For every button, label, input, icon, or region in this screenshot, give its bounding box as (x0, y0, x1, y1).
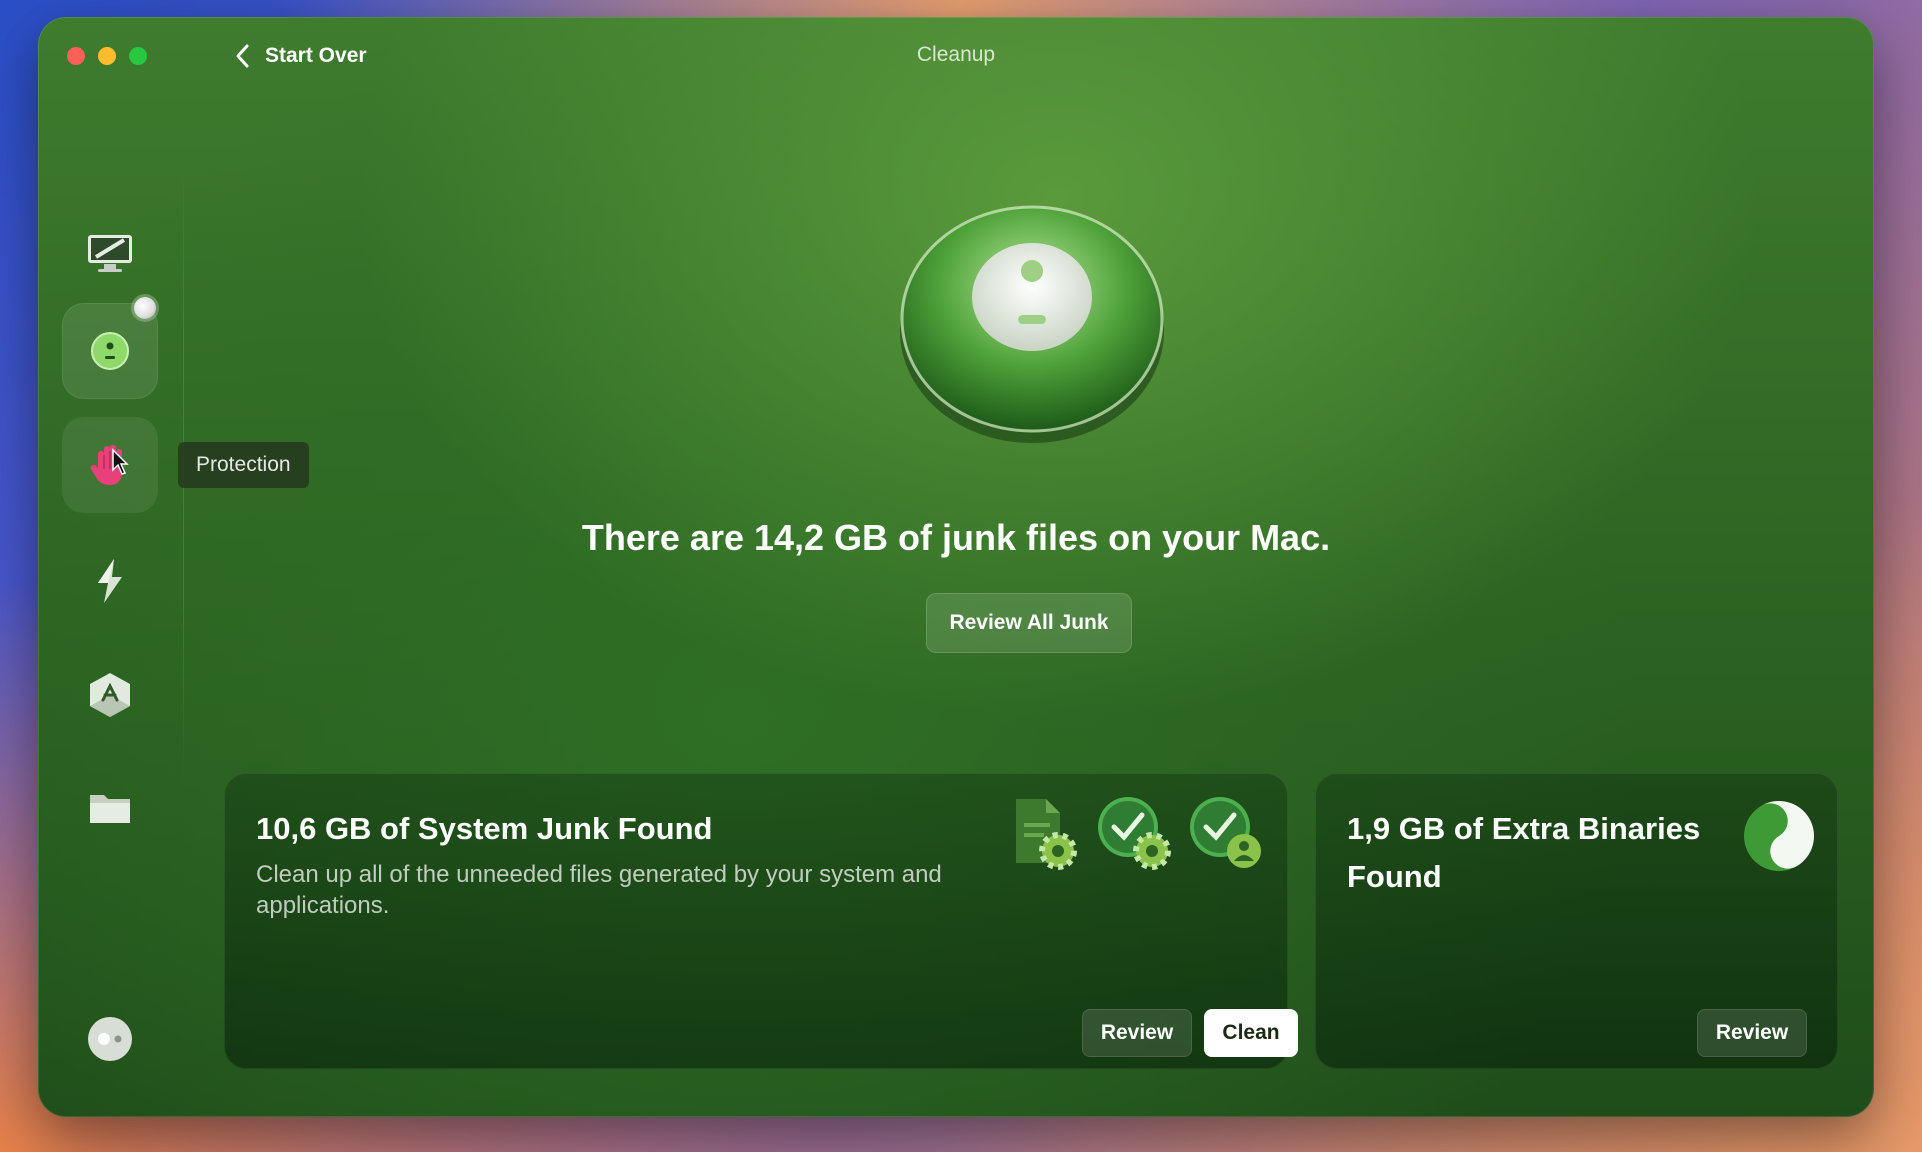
document-gear-icon (1016, 799, 1077, 870)
app-window: Start Over Cleanup Protection There are … (38, 17, 1874, 1117)
extra-binaries-title: 1,9 GB of Extra Binaries Found (1347, 811, 1701, 894)
system-junk-description: Clean up all of the unneeded files gener… (256, 861, 942, 919)
sidebar-item-my-clutter[interactable] (62, 759, 158, 855)
tooltip-protection: Protection (178, 442, 309, 488)
sidebar-item-protection[interactable] (62, 417, 158, 513)
cleanup-hero-icon (900, 205, 1164, 443)
extra-binaries-card: 1,9 GB of Extra Binaries Found Review (1315, 773, 1838, 1069)
junk-summary-headline: There are 14,2 GB of junk files on your … (581, 517, 1331, 558)
extra-binaries-review-button[interactable]: Review (1697, 1009, 1807, 1057)
clock-user-icon (1190, 797, 1261, 868)
system-junk-review-button[interactable]: Review (1082, 1009, 1192, 1057)
monitor-sweep-icon (88, 235, 132, 272)
clock-gear-icon (1098, 797, 1171, 870)
sidebar-item-applications[interactable] (62, 647, 158, 743)
binaries-icon (1744, 801, 1814, 871)
status-dot (134, 297, 156, 319)
app-store-icon (90, 673, 130, 717)
sidebar (38, 17, 183, 1117)
lightning-icon (98, 559, 122, 603)
mouse-cursor-icon (112, 448, 129, 475)
sidebar-item-smart-care[interactable] (62, 205, 158, 301)
window-title: Cleanup (916, 43, 996, 66)
system-junk-card: 10,6 GB of System Junk Found Clean up al… (224, 773, 1298, 1069)
assistant-button[interactable] (62, 991, 158, 1087)
assistant-orb-icon (88, 1017, 132, 1061)
review-all-junk-button[interactable]: Review All Junk (926, 593, 1132, 653)
system-junk-title: 10,6 GB of System Junk Found (256, 811, 713, 846)
folder-icon (90, 795, 130, 823)
cleanup-orb-icon (91, 332, 129, 370)
system-junk-clean-button[interactable]: Clean (1204, 1009, 1298, 1057)
system-junk-icons (1002, 793, 1268, 875)
sidebar-item-cleanup[interactable] (62, 297, 158, 399)
